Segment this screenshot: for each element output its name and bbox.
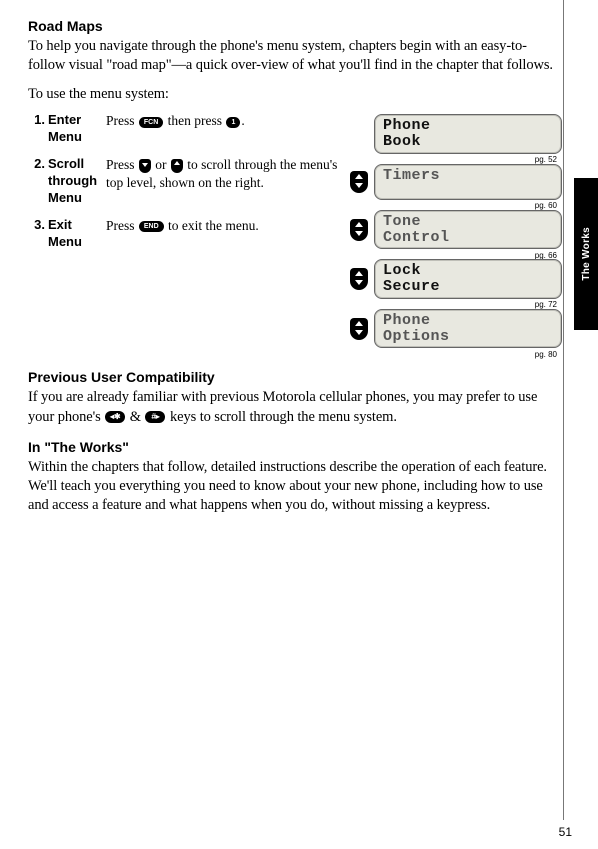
screen-line: Timers [383,168,553,184]
step-text: to exit the menu. [165,218,259,233]
screen-line: Phone [383,313,553,329]
screen-line: Phone [383,118,553,134]
compat-text: keys to scroll through the menu system. [166,409,396,425]
scroll-down-key-icon [139,159,151,173]
works-body: Within the chapters that follow, detaile… [28,458,562,515]
step-row: 1. Enter Menu Press FCN then press 1. [28,112,338,146]
scroll-nav-icon [350,171,368,193]
scroll-up-key-icon [171,159,183,173]
end-key-icon: END [139,221,164,232]
roadmap-screen-lock-secure: Lock Secure pg. 72 [374,259,562,299]
step-row: 3. Exit Menu Press END to exit the menu. [28,217,338,251]
scroll-nav-icon [350,219,368,241]
roadmaps-lead: To use the menu system: [28,85,562,104]
roadmap-row: Phone Options pg. 80 [350,309,562,349]
step-desc: Press FCN then press 1. [106,112,338,146]
step-label: Scroll through Menu [48,156,106,207]
screen-line: Options [383,329,553,345]
step-text: Press [106,157,138,172]
step-row: 2. Scroll through Menu Press or to scrol… [28,156,338,207]
one-key-icon: 1 [226,117,240,128]
page-ref: pg. 80 [535,351,557,359]
vertical-divider [563,0,564,820]
step-desc: Press or to scroll through the menu's to… [106,156,338,207]
roadmap-row: Lock Secure pg. 72 [350,259,562,299]
screen-line: Tone [383,214,553,230]
step-text: then press [164,113,225,128]
screen-line: Secure [383,279,553,295]
roadmap-screen-timers: Timers pg. 60 [374,164,562,200]
screen-line: Control [383,230,553,246]
roadmaps-title: Road Maps [28,18,562,34]
side-tab-label: The Works [581,227,592,281]
page-number: 51 [559,825,572,839]
step-text: Press [106,218,138,233]
hash-key-icon: #▸ [145,411,165,423]
roadmap-row: Phone Book pg. 52 [350,114,562,154]
compat-title: Previous User Compatibility [28,369,562,385]
star-key-icon: ◂✱ [105,411,125,423]
step-num: 1. [28,112,48,146]
scroll-nav-icon [350,268,368,290]
compat-body: If you are already familiar with previou… [28,388,562,426]
roadmaps-intro: To help you navigate through the phone's… [28,37,562,75]
step-num: 3. [28,217,48,251]
roadmap-diagram: Phone Book pg. 52 Timers pg. 60 Tone Con… [350,112,562,351]
scroll-nav-icon [350,318,368,340]
roadmap-row: Timers pg. 60 [350,164,562,200]
step-num: 2. [28,156,48,207]
roadmap-row: Tone Control pg. 66 [350,210,562,250]
fcn-key-icon: FCN [139,117,163,128]
roadmap-screen-phone-options: Phone Options pg. 80 [374,309,562,349]
step-text: . [241,113,244,128]
step-text: Press [106,113,138,128]
step-desc: Press END to exit the menu. [106,217,338,251]
screen-line: Lock [383,263,553,279]
step-label: Exit Menu [48,217,106,251]
works-title: In "The Works" [28,439,562,455]
screen-line: Book [383,134,553,150]
side-tab: The Works [574,178,598,330]
step-label: Enter Menu [48,112,106,146]
roadmap-screen-phone-book: Phone Book pg. 52 [374,114,562,154]
roadmap-screen-tone-control: Tone Control pg. 66 [374,210,562,250]
compat-amp: & [126,409,144,425]
step-text: or [152,157,170,172]
steps-list: 1. Enter Menu Press FCN then press 1. 2.… [28,112,338,351]
